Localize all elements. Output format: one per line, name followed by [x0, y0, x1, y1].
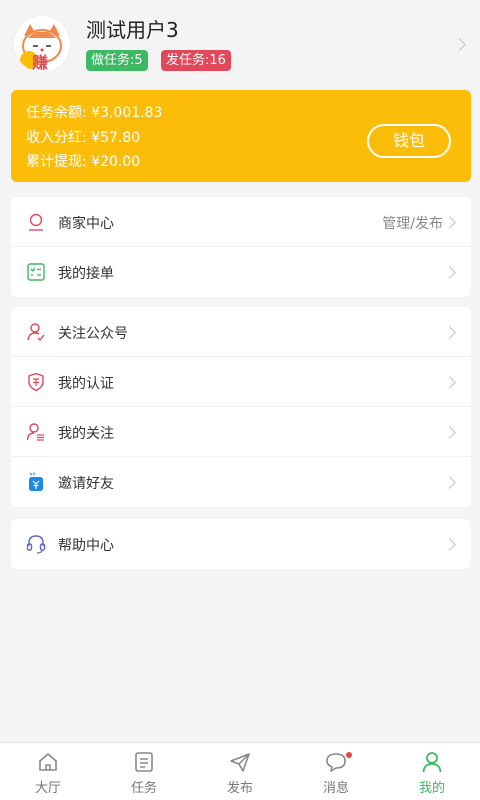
follow-user-icon [27, 323, 45, 342]
menu-label: 商家中心 [58, 216, 114, 232]
wallet-button[interactable]: 钱包 [367, 124, 451, 158]
wallet-card: 任务余额: ¥3,001.83 收入分红: ¥57.80 累计提现: ¥20.0… [11, 90, 471, 182]
menu-label: 帮助中心 [58, 538, 114, 554]
menu-label: 我的认证 [58, 376, 114, 392]
task-icon [135, 752, 153, 772]
menu-item-follow-official[interactable]: 关注公众号 [11, 307, 471, 357]
user-list-icon [26, 423, 44, 441]
menu-group-account: 关注公众号 我的认证 我的关注 邀请好友 [11, 307, 471, 507]
profile-header[interactable]: 赚 测试用户3 做任务:5 发任务:16 [0, 0, 480, 88]
menu-item-my-follows[interactable]: 我的关注 [11, 407, 471, 457]
menu-group-merchant: 商家中心 管理/发布 我的接单 [11, 197, 471, 297]
home-icon [39, 753, 57, 771]
menu-label: 我的关注 [58, 426, 114, 442]
user-icon [422, 752, 442, 773]
invite-icon [29, 472, 43, 491]
tab-label: 消息 [322, 781, 349, 796]
chevron-right-icon [443, 426, 456, 439]
do-task-badge: 做任务:5 [86, 50, 148, 71]
username: 测试用户3 [86, 18, 179, 42]
menu-item-my-orders[interactable]: 我的接单 [11, 247, 471, 297]
chevron-right-icon [443, 326, 456, 339]
task-balance: 任务余额: ¥3,001.83 [26, 105, 163, 121]
headset-icon [26, 535, 46, 554]
tab-label: 发布 [226, 781, 253, 796]
unread-dot [346, 752, 352, 758]
chevron-right-icon [453, 38, 466, 51]
tab-messages[interactable]: 消息 [288, 743, 384, 800]
bottom-tab-bar: 大厅 任务 发布 消息 我的 [0, 742, 480, 800]
menu-item-merchant-center[interactable]: 商家中心 管理/发布 [11, 197, 471, 247]
total-withdrawn: 累计提现: ¥20.00 [26, 154, 141, 170]
tab-publish[interactable]: 发布 [192, 743, 288, 800]
chevron-right-icon [443, 266, 456, 279]
menu-label: 邀请好友 [58, 476, 114, 492]
menu-label: 关注公众号 [58, 326, 128, 342]
tab-hall[interactable]: 大厅 [0, 743, 96, 800]
tab-tasks[interactable]: 任务 [96, 743, 192, 800]
chevron-right-icon [443, 538, 456, 551]
menu-item-my-verification[interactable]: 我的认证 [11, 357, 471, 407]
merchant-icon [29, 213, 43, 231]
menu-item-help-center[interactable]: 帮助中心 [11, 519, 471, 569]
income-dividend: 收入分红: ¥57.80 [26, 130, 141, 146]
tab-mine[interactable]: 我的 [384, 743, 480, 800]
avatar-mark: 赚 [32, 53, 49, 72]
chevron-right-icon [443, 216, 456, 229]
message-icon [326, 753, 346, 772]
tab-label: 大厅 [34, 781, 61, 796]
menu-label: 我的接单 [58, 266, 114, 282]
shield-icon [28, 372, 44, 392]
avatar: 赚 [14, 16, 70, 72]
menu-group-help: 帮助中心 [11, 519, 471, 569]
post-task-badge: 发任务:16 [161, 50, 231, 71]
tab-label: 我的 [418, 781, 445, 796]
chevron-right-icon [443, 476, 456, 489]
menu-item-invite-friends[interactable]: 邀请好友 [11, 457, 471, 507]
order-list-icon [27, 263, 45, 281]
chevron-right-icon [443, 376, 456, 389]
send-icon [230, 753, 250, 772]
manage-publish-link[interactable]: 管理/发布 [382, 213, 443, 233]
tab-label: 任务 [130, 781, 157, 796]
